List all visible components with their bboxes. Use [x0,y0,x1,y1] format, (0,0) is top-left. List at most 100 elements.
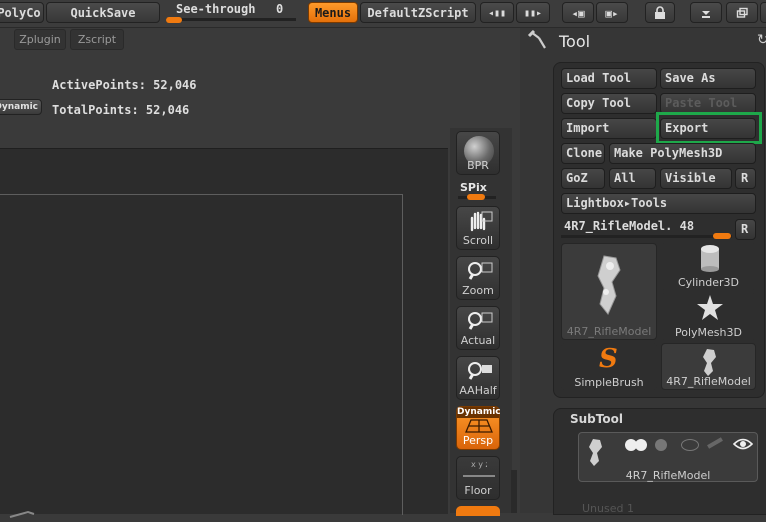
spix-label: SPix [460,181,487,194]
minimize-icon[interactable] [690,2,722,23]
current-tool-slider[interactable]: 4R7_RifleModel. 48 [561,217,732,239]
zscript-menu[interactable]: Zscript [70,29,124,50]
tool-panel-title: Tool [559,32,591,51]
layout-prev-icon[interactable]: ◂▣ [562,2,594,23]
eye-icon [733,438,753,450]
actual-button[interactable]: Actual [456,306,500,350]
subtool-polypaint-icon[interactable] [635,439,647,451]
goz-all-button[interactable]: All [609,168,656,189]
tool-r-button[interactable]: R [735,219,756,240]
actual-label: Actual [460,334,496,347]
rifle-model-icon [597,255,621,315]
goz-r-button[interactable]: R [735,168,756,189]
magnifier-actual-icon [468,312,493,330]
tool-thumbnail-label: Cylinder3D [677,276,739,289]
persp-label: Persp [462,434,494,447]
current-tool-handle[interactable] [713,233,731,239]
cylinder-icon [701,245,719,272]
subtool-brush-icon[interactable] [707,437,723,449]
total-points-readout: TotalPoints: 52,046 [52,103,190,117]
polycount-button[interactable]: PolyCo [0,2,44,23]
current-tool-track [561,235,732,238]
rifle-model-small-icon [703,349,716,376]
seethrough-slider[interactable]: See-through 0 [166,2,300,24]
next-shelf-button[interactable] [456,506,500,516]
save-as-button[interactable]: Save As [660,68,756,89]
scroll-label: Scroll [462,234,494,247]
seethrough-value: 0 [276,2,284,16]
rewind-icon[interactable]: ◂▮▮ [480,2,514,23]
tool-thumbnail-label: PolyMesh3D [675,326,742,339]
seethrough-label: See-through [176,2,256,16]
tool-thumbnail-cylinder[interactable]: Cylinder3D [661,243,756,290]
clone-button[interactable]: Clone [561,143,605,164]
seethrough-handle[interactable] [166,17,182,23]
menu-bar: Zplugin Zscript [0,28,520,50]
hammer-icon [527,30,546,49]
zoom-label: Zoom [462,284,494,297]
floor-line [463,475,495,477]
floor-axis-icon: x y z [471,460,487,469]
gizmo-icon [0,503,40,518]
current-tool-label: 4R7_RifleModel. 48 [564,219,695,233]
bpr-label: BPR [467,159,489,172]
subtool-transparency-icon[interactable] [681,439,699,451]
subtool-item[interactable]: 4R7_RifleModel [578,432,758,482]
active-points-readout: ActivePoints: 52,046 [52,78,197,92]
goz-visible-button[interactable]: Visible [660,168,732,189]
aahalf-label: AAHalf [459,384,497,397]
subtool-item-label: 4R7_RifleModel [625,469,711,482]
bpr-button[interactable]: BPR [456,131,500,175]
tool-thumbnail-rifle-large[interactable]: 4R7_RifleModel [561,243,657,340]
svg-text:S: S [599,344,618,373]
make-polymesh-button[interactable]: Make PolyMesh3D [609,143,756,164]
tool-thumbnail-polymesh[interactable]: PolyMesh3D [661,293,756,340]
copy-tool-button[interactable]: Copy Tool [561,93,657,114]
refresh-icon[interactable]: ↻ [757,32,766,48]
quicksave-button[interactable]: QuickSave [46,2,160,23]
paste-tool-button[interactable]: Paste Tool [660,93,756,114]
zplugin-menu[interactable]: Zplugin [14,29,66,50]
dynamic-toggle[interactable]: Dynamic [0,99,42,115]
polymesh-star-icon [697,295,723,320]
subtool-rifle-icon [589,439,602,466]
subtool-material-icon[interactable] [655,439,667,451]
canvas-frame [0,194,403,515]
magnifier-aahalf-icon [468,362,492,380]
defaultzscript-button[interactable]: DefaultZScript [360,2,476,23]
tool-thumbnail-label: 4R7_RifleModel [566,325,652,338]
perspective-grid-icon [465,419,493,433]
restore-icon[interactable] [726,2,758,23]
persp-dynamic-label: Dynamic [457,407,501,418]
menus-button[interactable]: Menus [308,2,358,23]
persp-button[interactable]: Dynamic Persp [456,406,501,450]
spix-slider[interactable]: SPix [456,180,500,202]
seethrough-track [166,18,296,21]
top-toolbar: PolyCo QuickSave See-through 0 Menus Def… [0,0,766,28]
floor-button[interactable]: x y z Floor [456,456,500,500]
hand-icon [470,211,493,232]
svg-text:x y z: x y z [471,460,487,469]
spix-handle[interactable] [467,194,485,200]
lock-icon[interactable] [645,2,675,23]
tool-thumbnail-simplebrush[interactable]: S SimpleBrush [561,343,657,390]
scroll-button[interactable]: Scroll [456,206,500,250]
close-icon[interactable] [760,2,766,23]
load-tool-button[interactable]: Load Tool [561,68,657,89]
shelf-scrollbar[interactable] [511,470,517,513]
zoom-button[interactable]: Zoom [456,256,500,300]
tool-thumbnail-label: SimpleBrush [574,376,644,389]
aahalf-button[interactable]: AAHalf [456,356,500,400]
simplebrush-s-icon: S [599,344,618,373]
layout-next-icon[interactable]: ▣▸ [596,2,628,23]
magnifier-icon [468,262,493,280]
lightbox-tools-button[interactable]: Lightbox▸Tools [561,193,756,214]
tool-thumbnail-label: 4R7_RifleModel [666,375,751,388]
floor-label: Floor [464,484,492,497]
import-button[interactable]: Import [561,118,657,139]
forward-icon[interactable]: ▮▮▸ [516,2,550,23]
tool-thumbnail-rifle-small[interactable]: 4R7_RifleModel [661,343,756,390]
goz-button[interactable]: GoZ [561,168,605,189]
subtool-unused-label: Unused 1 [582,502,634,515]
subtool-title: SubTool [570,412,623,426]
